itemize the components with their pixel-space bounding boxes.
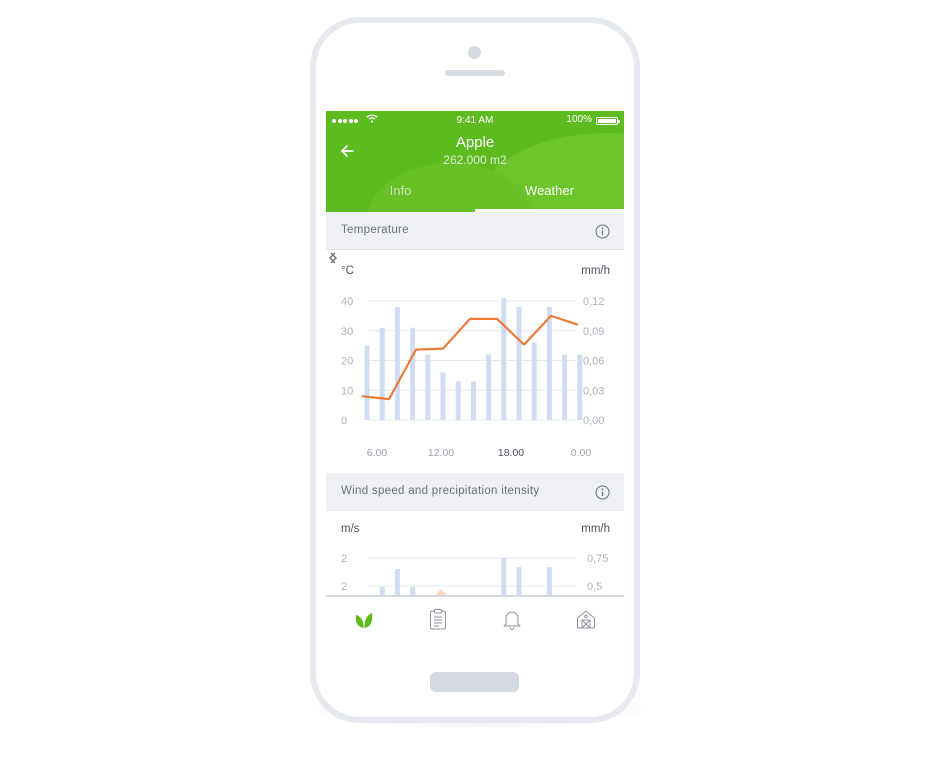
temperature-bar	[516, 306, 522, 420]
battery-icon	[596, 117, 620, 125]
info-icon[interactable]	[595, 485, 610, 500]
tab-info[interactable]: Info	[326, 183, 475, 198]
right-tick-label: 0,75	[587, 553, 608, 565]
wind-bar	[516, 567, 522, 596]
temperature-bar	[531, 342, 537, 420]
temperature-bar	[410, 327, 416, 420]
left-tick-label: 0	[341, 415, 347, 427]
temperature-bar	[440, 372, 446, 420]
left-tick-label: 40	[341, 296, 353, 308]
temperature-bar	[394, 306, 400, 420]
wind-plot: 2 0,75 2 0,5	[341, 553, 608, 596]
tab-weather[interactable]: Weather	[475, 183, 624, 198]
battery-percentage: 100%	[566, 114, 592, 125]
camera	[468, 46, 481, 59]
temperature-bar	[577, 354, 583, 420]
bottom-tab-bar	[326, 595, 624, 645]
right-tick-label: 0,00	[583, 415, 604, 427]
right-tick-label: 0,12	[583, 296, 604, 308]
right-tick-label: 0,06	[583, 356, 604, 368]
left-tick-label: 20	[341, 356, 353, 368]
right-tick-label: 0,03	[583, 385, 604, 397]
wind-section-header: Wind speed and precipitation itensity	[326, 473, 624, 511]
chevron-right-icon[interactable]	[326, 251, 340, 265]
page-subtitle: 262.000 m2	[443, 153, 507, 167]
temperature-bar	[425, 354, 431, 420]
time-label[interactable]: 6.00	[367, 447, 388, 459]
precipitation-line	[361, 314, 579, 401]
temperature-section-header: Temperature	[326, 212, 624, 250]
wind-bar	[501, 558, 507, 596]
temperature-bar	[455, 381, 461, 420]
temperature-bar	[501, 298, 507, 420]
section-title: Temperature	[341, 224, 409, 236]
section-title: Wind speed and precipitation itensity	[341, 485, 540, 497]
right-tick-label: 0,09	[583, 326, 604, 338]
wind-bar	[546, 567, 552, 596]
time-label[interactable]: 0.00	[571, 447, 592, 459]
temperature-plot: 40 0,12 30 0,09 20 0,06 10 0,03 0 0,00 6.00 12.00 18…	[341, 296, 604, 459]
left-tick-label: 10	[341, 385, 353, 397]
temperature-chart: °C mm/h 40 0,12 30 0,09 20 0,06 10 0,03 0 0,00 6.0…	[326, 251, 624, 473]
barn-icon[interactable]	[575, 607, 597, 631]
temperature-bar	[546, 306, 552, 420]
app-header: 9:41 AM 100% Apple 262.000 m2 Info Weath…	[326, 111, 624, 212]
clipboard-icon[interactable]	[427, 607, 449, 631]
temperature-bar	[379, 327, 385, 420]
page-title: Apple	[455, 134, 495, 151]
info-icon[interactable]	[595, 224, 610, 239]
right-tick-label: 0,5	[587, 581, 602, 593]
temperature-bar	[364, 345, 370, 420]
time-label[interactable]: 18.00	[498, 447, 524, 459]
speaker	[445, 70, 505, 76]
wind-bar	[394, 569, 400, 596]
temperature-bar	[562, 354, 568, 420]
bell-icon[interactable]	[501, 607, 523, 631]
time-label[interactable]: 12.00	[428, 447, 454, 459]
left-tick-label: 2	[341, 581, 347, 593]
temperature-bar	[486, 354, 492, 420]
status-bar: 9:41 AM 100%	[326, 111, 624, 129]
left-tick-label: 2	[341, 553, 347, 565]
wind-chart: m/s mm/h 2 0,75 2 0,5	[326, 511, 624, 596]
temperature-bar	[470, 381, 476, 420]
leaf-icon[interactable]	[353, 607, 375, 631]
app-screen: 9:41 AM 100% Apple 262.000 m2 Info Weath…	[326, 111, 624, 645]
home-button[interactable]	[430, 672, 519, 692]
left-tick-label: 30	[341, 326, 353, 338]
